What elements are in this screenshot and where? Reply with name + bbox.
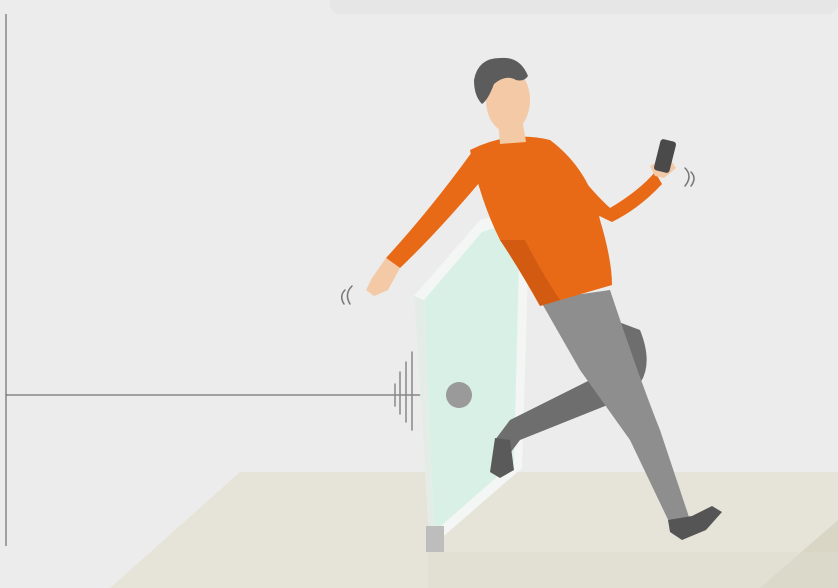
top-shadow-bar: [330, 0, 838, 14]
fall-detection-illustration: [0, 0, 838, 588]
illustration-scene: [0, 0, 838, 588]
motion-sensor-icon: [446, 382, 472, 408]
